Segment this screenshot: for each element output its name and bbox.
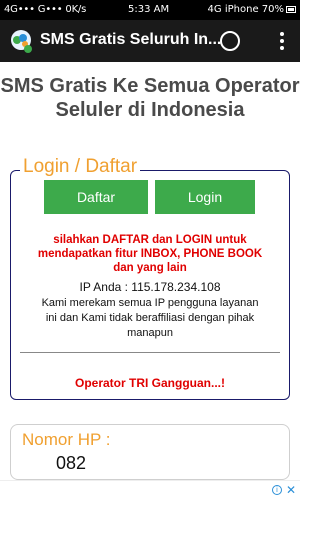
daftar-button[interactable]: Daftar <box>44 180 148 214</box>
privacy-note: Kami merekam semua IP pengguna layanan i… <box>16 296 284 341</box>
app-bar: SMS Gratis Seluruh In... <box>0 20 300 62</box>
page-title: SMS Gratis Ke Semua Operator Seluler di … <box>0 74 300 122</box>
status-bar: 4G••• G••• 0K/s 5:33 AM 4G iPhone 70% <box>0 0 300 20</box>
privacy-note-line2: ini dan Kami tidak beraffiliasi dengan p… <box>45 312 255 324</box>
register-info-line2: mendapatkan fitur INBOX, PHONE BOOK <box>37 248 263 260</box>
status-time: 5:33 AM <box>128 4 170 15</box>
status-network: 4G••• G••• 0K/s <box>4 4 87 15</box>
refresh-icon[interactable] <box>220 31 240 51</box>
operator-status-message: Operator TRI Gangguan...! <box>74 376 225 390</box>
more-options-icon[interactable] <box>280 32 284 50</box>
ad-info-icon[interactable]: i <box>272 485 282 495</box>
phone-number-label: Nomor HP : <box>22 430 111 449</box>
page-title-line1: SMS Gratis Ke Semua Operator <box>0 75 300 97</box>
status-carrier-battery: 4G iPhone 70% <box>207 4 284 15</box>
register-info-line3: dan yang lain <box>113 262 187 274</box>
status-right: 4G iPhone 70% <box>208 0 296 20</box>
battery-icon <box>286 5 296 13</box>
app-title: SMS Gratis Seluruh In... <box>40 31 222 48</box>
ad-banner[interactable] <box>0 480 300 533</box>
phone-number-input[interactable] <box>56 452 256 474</box>
ip-address-text: IP Anda : 115.178.234.108 <box>79 280 221 294</box>
login-button[interactable]: Login <box>155 180 255 214</box>
privacy-note-line1: Kami merekam semua IP pengguna layanan <box>41 297 259 309</box>
register-info-text: silahkan DAFTAR dan LOGIN untuk mendapat… <box>16 233 284 275</box>
register-info-line1: silahkan DAFTAR dan LOGIN untuk <box>53 234 247 246</box>
page-title-line2: Seluler di Indonesia <box>55 99 245 121</box>
privacy-note-line3: manapun <box>127 327 173 339</box>
divider <box>20 352 280 353</box>
app-logo-icon <box>11 30 32 53</box>
ad-close-icon[interactable]: ✕ <box>286 483 296 497</box>
login-panel-legend: Login / Daftar <box>20 156 141 178</box>
